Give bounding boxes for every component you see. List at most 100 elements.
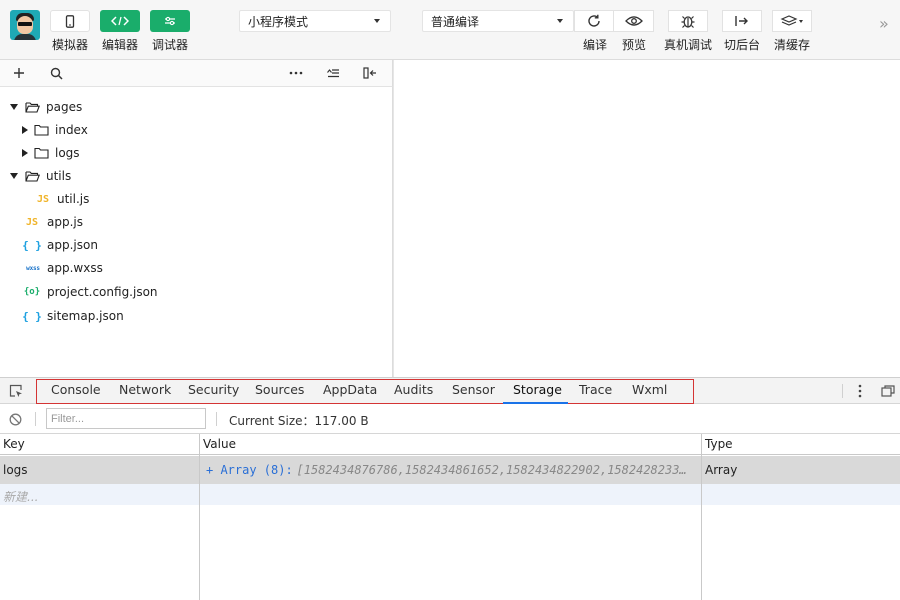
caret-down-icon xyxy=(10,104,18,110)
tree-item-label: utils xyxy=(46,169,72,183)
divider xyxy=(842,384,843,398)
row-key: logs xyxy=(3,463,28,477)
column-header-value[interactable]: Value xyxy=(203,437,236,451)
add-icon[interactable] xyxy=(11,65,27,81)
compile-label: 编译 xyxy=(583,38,608,52)
divider xyxy=(35,412,36,426)
debugger-toggle[interactable]: 调试器 xyxy=(150,10,190,53)
column-header-key[interactable]: Key xyxy=(3,437,25,451)
tab-security[interactable]: Security xyxy=(188,382,239,404)
json-file-icon: { } xyxy=(22,309,42,323)
phone-icon xyxy=(50,10,90,32)
tree-item-util-js[interactable]: JS util.js xyxy=(0,188,89,210)
column-divider[interactable] xyxy=(701,434,702,600)
table-row[interactable]: logs + Array (8): [1582434876786,1582434… xyxy=(0,456,900,484)
tree-item-app-wxss[interactable]: wxss app.wxss xyxy=(0,257,103,279)
folder-icon xyxy=(34,147,49,159)
main-toolbar: 模拟器 编辑器 调试器 小程序模式 普通编译 编译 预览 真机调试 切后台 清缓 xyxy=(0,0,900,60)
caret-right-icon xyxy=(22,149,28,157)
compile-mode-value: 普通编译 xyxy=(431,14,480,29)
json-file-icon: { } xyxy=(22,238,42,252)
tree-item-utils[interactable]: utils xyxy=(0,165,71,187)
search-icon[interactable] xyxy=(48,65,64,81)
mode-select[interactable]: 小程序模式 xyxy=(239,10,391,32)
devtools-tab-bar: Console Network Security Sources AppData… xyxy=(0,377,900,404)
inspect-element-icon[interactable] xyxy=(8,383,24,399)
clear-block-icon[interactable] xyxy=(8,412,22,426)
tree-item-project-config[interactable]: {o} project.config.json xyxy=(0,281,158,303)
collapse-all-icon[interactable] xyxy=(325,65,341,81)
preview-label: 预览 xyxy=(622,38,647,52)
tab-wxml[interactable]: Wxml xyxy=(632,382,667,404)
table-header: Key Value Type xyxy=(0,434,900,455)
preview-button[interactable] xyxy=(614,10,654,32)
tab-trace[interactable]: Trace xyxy=(579,382,612,404)
tab-sources[interactable]: Sources xyxy=(255,382,304,404)
storage-table: Key Value Type logs + Array (8): [158243… xyxy=(0,434,900,600)
config-file-icon: {o} xyxy=(23,287,41,297)
wxss-file-icon: wxss xyxy=(26,264,40,272)
background-button[interactable] xyxy=(722,10,762,32)
tab-audits[interactable]: Audits xyxy=(394,382,433,404)
array-items: [1582434876786,1582434861652,15824348229… xyxy=(296,463,687,477)
user-avatar[interactable] xyxy=(10,10,40,40)
remote-debug-button[interactable] xyxy=(668,10,708,32)
column-header-type[interactable]: Type xyxy=(705,437,733,451)
row-type: Array xyxy=(705,463,738,477)
tree-item-sitemap-json[interactable]: { } sitemap.json xyxy=(0,305,124,327)
compile-mode-select[interactable]: 普通编译 xyxy=(422,10,574,32)
tree-item-index[interactable]: index xyxy=(0,119,88,141)
remote-debug-label: 真机调试 xyxy=(664,38,713,52)
exit-arrow-icon xyxy=(735,16,748,26)
tab-network[interactable]: Network xyxy=(119,382,171,404)
tab-appdata[interactable]: AppData xyxy=(323,382,377,404)
more-vertical-icon[interactable] xyxy=(852,383,868,399)
new-entry-row[interactable]: 新建... xyxy=(0,484,900,505)
file-tree: pages index logs utils JS util.js JS app… xyxy=(0,87,393,377)
folder-icon xyxy=(34,124,49,136)
tree-item-label: project.config.json xyxy=(47,285,158,299)
mode-select-value: 小程序模式 xyxy=(248,14,309,29)
tree-item-label: util.js xyxy=(57,192,90,206)
clear-cache-label: 清缓存 xyxy=(774,38,811,52)
array-summary: + Array (8): xyxy=(206,463,293,477)
undock-icon[interactable] xyxy=(880,383,896,399)
new-entry-placeholder: 新建... xyxy=(3,490,39,504)
current-size-text: Current Size：117.00 B xyxy=(229,414,369,428)
layers-icon xyxy=(780,15,803,26)
double-chevron-right-icon[interactable]: » xyxy=(879,14,889,33)
tree-item-app-json[interactable]: { } app.json xyxy=(0,234,98,256)
caret-right-icon xyxy=(22,126,28,134)
folder-open-icon xyxy=(25,171,40,182)
compile-button[interactable] xyxy=(574,10,614,32)
tree-item-label: app.js xyxy=(47,215,83,229)
simulator-toggle[interactable]: 模拟器 xyxy=(50,10,90,53)
tree-item-label: logs xyxy=(55,146,80,160)
clear-cache-button[interactable] xyxy=(772,10,812,32)
js-file-icon: JS xyxy=(25,216,39,228)
column-divider[interactable] xyxy=(199,434,200,600)
more-horizontal-icon[interactable] xyxy=(288,65,304,81)
row-value[interactable]: + Array (8): [1582434876786,158243486165… xyxy=(206,463,696,477)
caret-down-icon xyxy=(10,173,18,179)
collapse-panel-icon[interactable] xyxy=(362,65,378,81)
caret-down-icon xyxy=(374,19,380,23)
js-file-icon: JS xyxy=(36,193,50,205)
filter-input[interactable] xyxy=(46,408,206,429)
code-icon xyxy=(100,10,140,32)
tree-item-logs[interactable]: logs xyxy=(0,142,80,164)
tree-item-app-js[interactable]: JS app.js xyxy=(0,211,83,233)
tree-item-pages[interactable]: pages xyxy=(0,96,82,118)
tree-item-label: index xyxy=(55,123,88,137)
editor-label: 编辑器 xyxy=(101,38,138,52)
editor-area[interactable] xyxy=(393,60,900,377)
bug-icon xyxy=(681,16,695,28)
tab-sensor[interactable]: Sensor xyxy=(452,382,495,404)
editor-toggle[interactable]: 编辑器 xyxy=(100,10,140,53)
tab-storage[interactable]: Storage xyxy=(503,382,568,404)
tree-item-label: sitemap.json xyxy=(47,309,124,323)
sliders-icon xyxy=(150,10,190,32)
tab-console[interactable]: Console xyxy=(51,382,101,404)
tree-item-label: app.wxss xyxy=(47,261,103,275)
eye-icon xyxy=(624,16,643,26)
